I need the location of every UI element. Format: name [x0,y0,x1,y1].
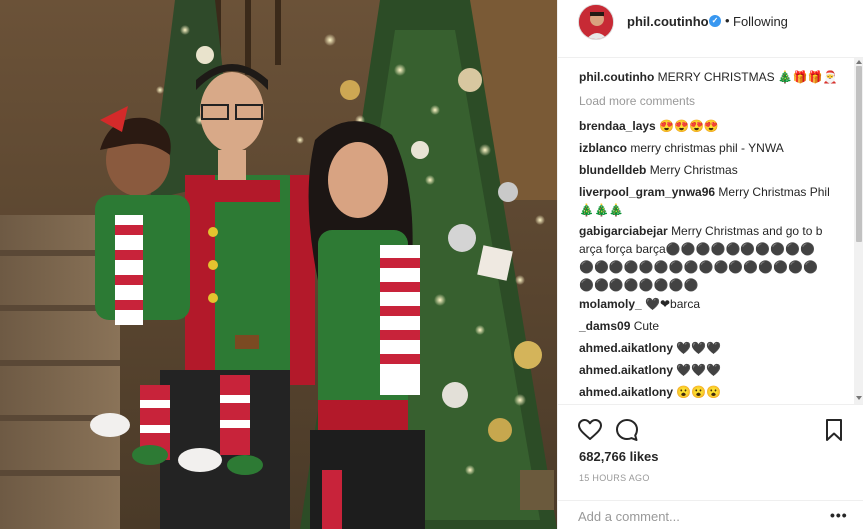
comment-username[interactable]: molamoly_ [579,297,642,311]
comment-username[interactable]: brendaa_lays [579,119,656,133]
avatar-image [579,5,613,39]
post-header: phil.coutinho ✓ • Following [558,0,863,58]
comment-username[interactable]: liverpool_gram_ynwa96 [579,185,715,199]
caption-text: MERRY CHRISTMAS 🎄🎁🎁🎅 [657,70,838,84]
comments-list: phil.coutinho MERRY CHRISTMAS 🎄🎁🎁🎅 Load … [558,58,854,404]
likes-count[interactable]: 682,766 likes [579,449,659,464]
comment-text: Merry Christmas [649,163,738,177]
comment-button[interactable] [614,417,640,443]
comment-text: 😍😍😍😍 [659,119,719,133]
post-actions: 682,766 likes 15 HOURS AGO [558,404,863,500]
post-timestamp[interactable]: 15 HOURS AGO [579,473,650,483]
comment-item: gabigarciabejar Merry Christmas and go t… [579,222,829,294]
verified-badge-icon: ✓ [709,15,721,27]
like-button[interactable] [577,417,603,443]
comment-item: brendaa_lays 😍😍😍😍 [579,117,839,135]
add-comment-input[interactable] [578,507,808,525]
post-side-panel: phil.coutinho ✓ • Following phil.coutinh… [557,0,863,529]
comment-item: _dams09 Cute [579,317,839,335]
comment-item: molamoly_ 🖤❤barca [579,295,839,313]
comment-username[interactable]: ahmed.aikatlony [579,385,673,399]
more-options-icon[interactable]: ••• [830,507,848,523]
comments-scrollbar[interactable] [854,58,863,404]
header-username[interactable]: phil.coutinho [627,14,709,29]
scroll-down-arrow-icon[interactable] [856,396,862,400]
family-christmas-photo [0,0,557,529]
header-separator: • [725,13,730,28]
comment-username[interactable]: izblanco [579,141,627,155]
comment-username[interactable]: ahmed.aikatlony [579,363,673,377]
comment-text: merry christmas phil - YNWA [630,141,784,155]
following-button[interactable]: Following [733,14,788,29]
caption: phil.coutinho MERRY CHRISTMAS 🎄🎁🎁🎅 [579,68,839,86]
add-comment-bar: ••• [558,500,863,529]
comment-item: ahmed.aikatlony 😮😮😮 [579,383,839,401]
comment-item: blundelldeb Merry Christmas [579,161,839,179]
comment-bubble-icon [616,419,638,441]
load-more-comments-button[interactable]: Load more comments [579,94,695,108]
comment-text: 🖤🖤🖤 [676,363,722,377]
scroll-up-arrow-icon[interactable] [856,60,862,64]
bookmark-icon [826,419,842,441]
comment-text: 😮😮😮 [676,385,722,399]
post-photo[interactable] [0,0,557,529]
caption-username[interactable]: phil.coutinho [579,70,654,84]
comment-text: 🖤🖤🖤 [676,341,722,355]
comment-item: ahmed.aikatlony 🖤🖤🖤 [579,339,839,357]
comment-item: liverpool_gram_ynwa96 Merry Christmas Ph… [579,183,839,219]
comment-username[interactable]: gabigarciabejar [579,224,668,238]
comment-username[interactable]: blundelldeb [579,163,646,177]
heart-icon [578,419,602,440]
comment-item: ahmed.aikatlony 🖤🖤🖤 [579,361,839,379]
avatar[interactable] [578,4,614,40]
instagram-post: phil.coutinho ✓ • Following phil.coutinh… [0,0,863,529]
comment-text: 🖤❤barca [645,297,701,311]
save-button[interactable] [821,417,847,443]
comment-username[interactable]: ahmed.aikatlony [579,341,673,355]
comment-text: Cute [633,319,660,333]
comment-item: izblanco merry christmas phil - YNWA [579,139,839,157]
scrollbar-thumb[interactable] [856,66,862,242]
comment-username[interactable]: _dams09 [579,319,630,333]
